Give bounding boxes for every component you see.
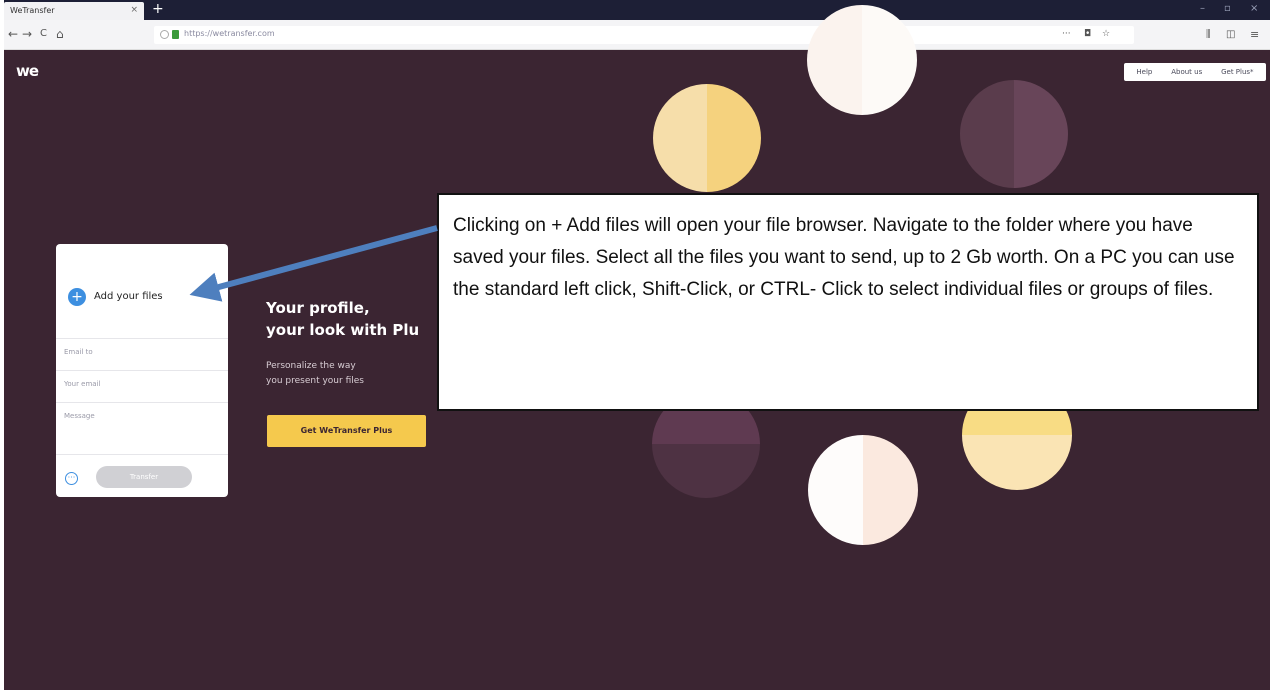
screenshot-frame: WeTransfer × + – ▫ × ← → C ⌂ https://wet… [0,0,1274,690]
annotation-arrow-icon [189,225,438,302]
